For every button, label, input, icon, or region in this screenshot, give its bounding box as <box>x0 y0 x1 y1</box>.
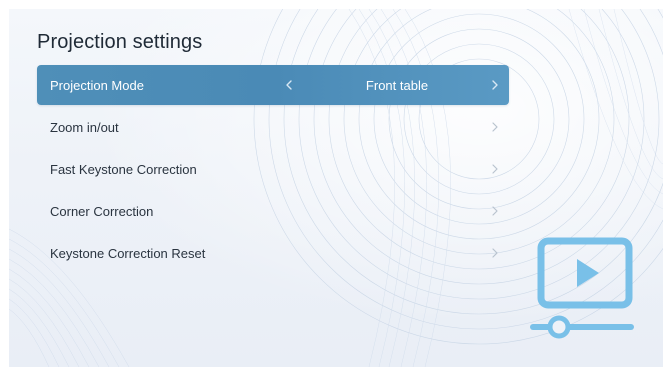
menu-item-projection-mode[interactable]: Projection Mode Front table <box>37 65 509 105</box>
projector-play-icon <box>530 237 634 339</box>
projection-settings-screen: Projection settings Projection Mode Fron… <box>9 9 663 367</box>
settings-menu: Projection Mode Front table Zoom in/out … <box>37 65 509 274</box>
projection-mode-value: Front table <box>365 77 429 93</box>
page-title: Projection settings <box>37 31 203 53</box>
menu-item-label: Projection Mode <box>50 77 144 93</box>
menu-item-keystone-correction-reset[interactable]: Keystone Correction Reset <box>37 232 509 274</box>
chevron-right-icon <box>492 122 498 132</box>
menu-item-label: Keystone Correction Reset <box>50 245 206 261</box>
menu-item-label: Zoom in/out <box>50 119 119 135</box>
menu-item-fast-keystone-correction[interactable]: Fast Keystone Correction <box>37 148 509 190</box>
chevron-right-icon <box>492 248 498 258</box>
chevron-right-icon <box>492 206 498 216</box>
menu-item-label: Fast Keystone Correction <box>50 161 197 177</box>
chevron-right-icon <box>492 164 498 174</box>
menu-item-zoom[interactable]: Zoom in/out <box>37 106 509 148</box>
chevron-right-icon[interactable] <box>487 77 503 93</box>
chevron-left-icon[interactable] <box>281 77 297 93</box>
menu-item-corner-correction[interactable]: Corner Correction <box>37 190 509 232</box>
menu-item-label: Corner Correction <box>50 203 154 219</box>
